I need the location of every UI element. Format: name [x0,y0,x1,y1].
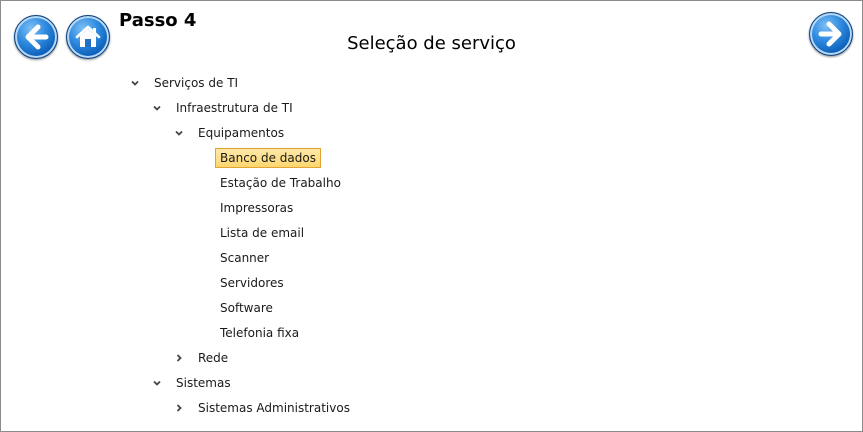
wizard-window: Passo 4 Seleção de serviço Serviços de T… [0,0,863,432]
tree-node[interactable]: Telefonia fixa [195,322,304,343]
tree-node[interactable]: Rede [173,347,233,368]
tree-node[interactable]: Impressoras [195,197,298,218]
tree-node-label[interactable]: Sistemas Administrativos [193,398,355,418]
tree-node-label[interactable]: Equipamentos [193,123,289,143]
step-label: Passo 4 [119,10,197,31]
tree-node[interactable]: Infraestrutura de TI [151,97,298,118]
tree-node-label[interactable]: Serviços de TI [149,73,243,93]
tree-node[interactable]: Equipamentos [173,122,289,143]
tree-node-label[interactable]: Estação de Trabalho [215,173,346,193]
tree-node-label[interactable]: Lista de email [215,223,309,243]
chevron-down-icon[interactable] [129,77,141,89]
tree-node-label[interactable]: Rede [193,348,233,368]
tree-node[interactable]: Lista de email [195,222,309,243]
tree-node[interactable]: Sistemas [151,372,236,393]
tree-node[interactable]: Sistemas Administrativos [173,397,355,418]
chevron-right-icon[interactable] [173,352,185,364]
chevron-right-icon[interactable] [173,402,185,414]
tree-node-label-selected[interactable]: Banco de dados [215,147,321,168]
tree-node-label[interactable]: Scanner [215,248,274,268]
next-button[interactable] [809,12,853,56]
chevron-down-icon[interactable] [173,127,185,139]
tree-node[interactable]: Software [195,297,278,318]
chevron-down-icon[interactable] [151,377,163,389]
chevron-down-icon[interactable] [151,102,163,114]
tree-node-label[interactable]: Impressoras [215,198,298,218]
page-title: Seleção de serviço [347,33,516,54]
tree-node-label[interactable]: Servidores [215,273,289,293]
tree-node-label[interactable]: Sistemas [171,373,236,393]
tree-node[interactable]: Servidores [195,272,289,293]
tree-node[interactable]: Estação de Trabalho [195,172,346,193]
tree-node-label[interactable]: Infraestrutura de TI [171,98,298,118]
tree-node[interactable]: Serviços de TI [129,72,243,93]
tree-node[interactable]: Scanner [195,247,274,268]
tree-node-label[interactable]: Software [215,298,278,318]
tree-node[interactable]: Banco de dados [195,147,321,168]
arrow-right-icon [818,21,842,47]
tree-node-label[interactable]: Telefonia fixa [215,323,304,343]
